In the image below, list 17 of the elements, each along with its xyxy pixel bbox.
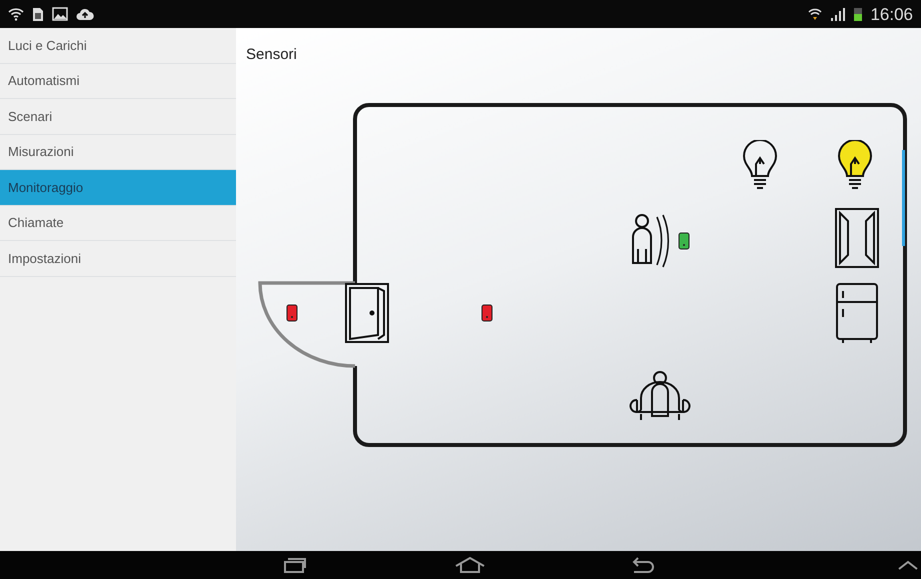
- home-icon[interactable]: [455, 557, 485, 573]
- signal-icon: [830, 7, 846, 21]
- clock-time: 16:06: [870, 6, 913, 22]
- cloud-upload-icon: [76, 7, 94, 21]
- back-icon[interactable]: [630, 557, 654, 573]
- sidebar-item[interactable]: Monitoraggio: [0, 170, 236, 206]
- door-icon: [345, 283, 389, 343]
- battery-icon: [854, 7, 862, 21]
- caret-up-icon[interactable]: [898, 560, 918, 570]
- wifi-icon: [8, 7, 24, 21]
- window-icon: [835, 208, 879, 268]
- refrigerator-icon: [835, 283, 879, 345]
- sim-card-icon: [32, 6, 44, 22]
- recent-apps-icon[interactable]: [283, 557, 307, 573]
- wifi-icon: [808, 7, 822, 21]
- image-icon: [52, 7, 68, 21]
- page-title: Sensori: [246, 46, 297, 63]
